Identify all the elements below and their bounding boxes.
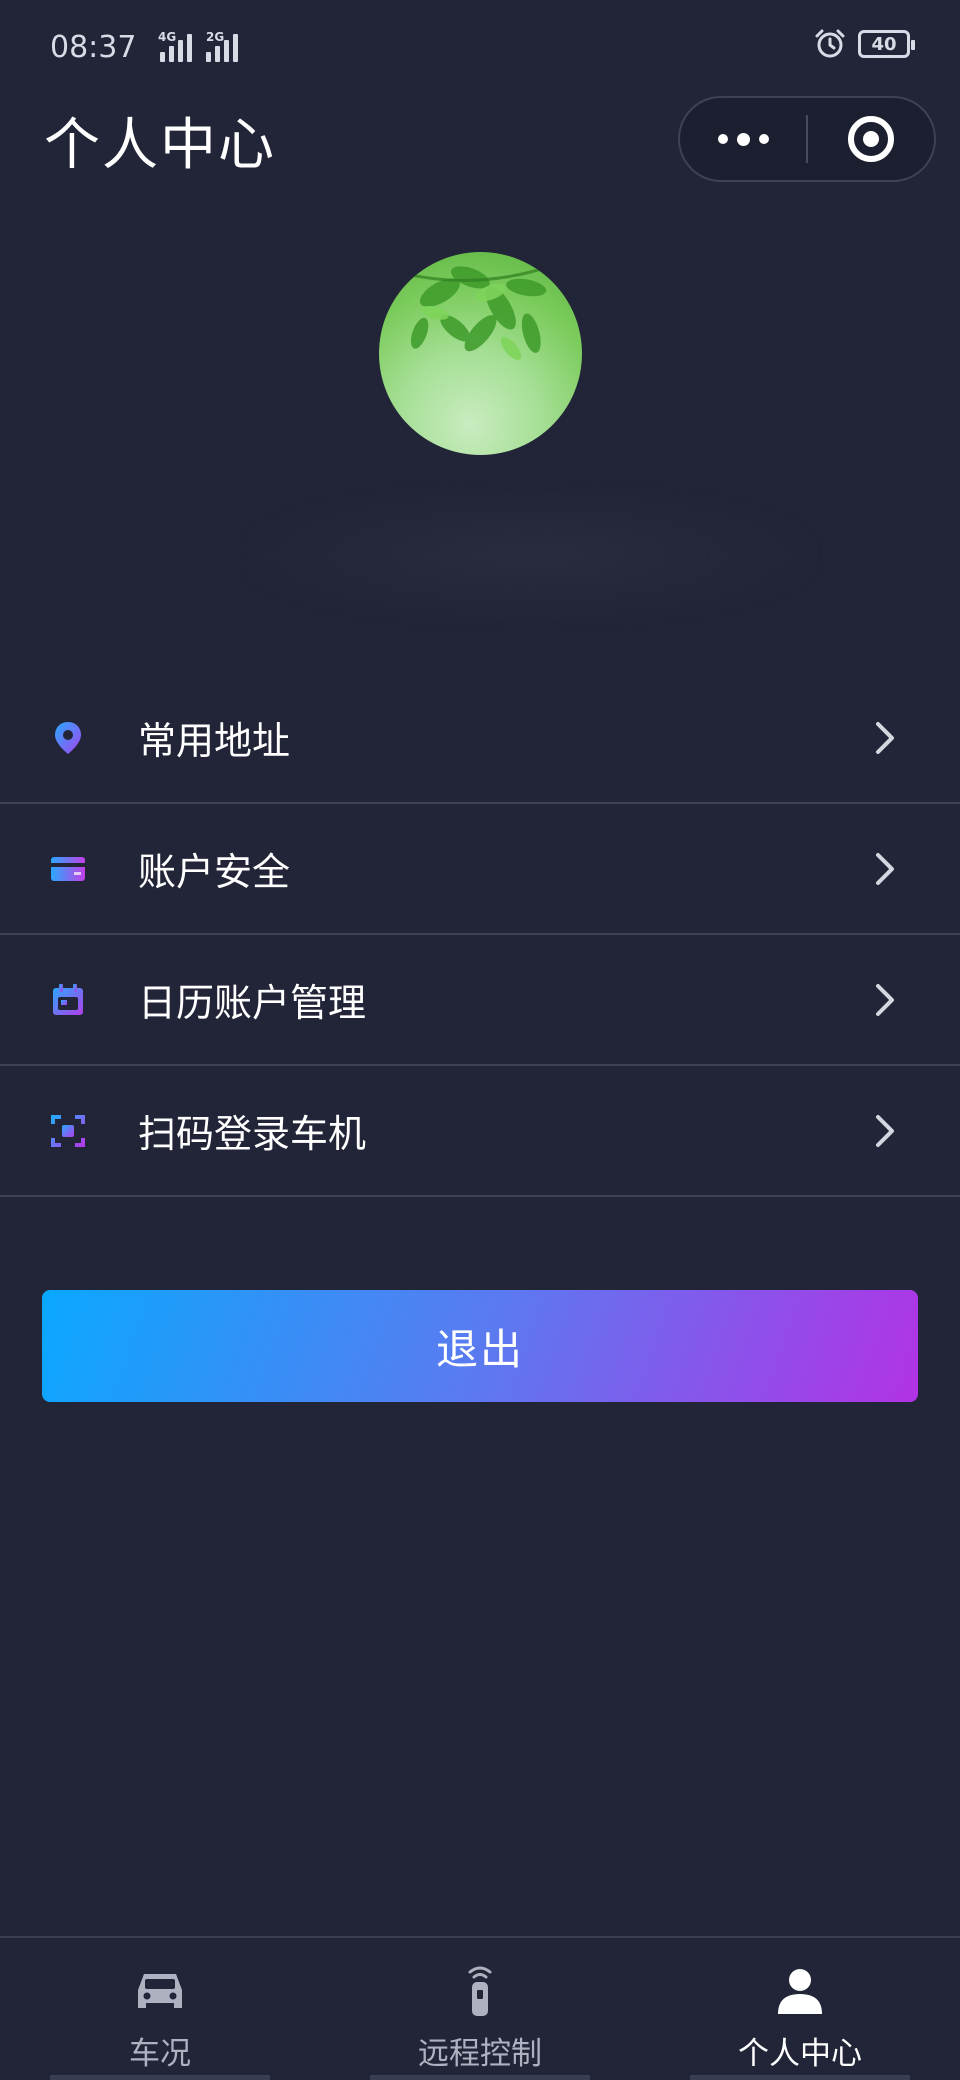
menu-label: 常用地址 (138, 719, 291, 763)
status-right: 40 (814, 28, 915, 60)
blurred-username (250, 490, 810, 620)
remote-key-icon (468, 1966, 492, 2016)
menu-label: 日历账户管理 (138, 981, 367, 1025)
status-time: 08:37 (50, 30, 137, 65)
avatar[interactable] (379, 252, 582, 455)
tab-personal-center[interactable]: 个人中心 (640, 1938, 960, 2080)
location-pin-icon (55, 721, 81, 754)
target-circle-icon (848, 116, 894, 162)
page-title: 个人中心 (44, 113, 276, 178)
chevron-right-icon (876, 721, 894, 754)
menu-label: 扫码登录车机 (138, 1112, 367, 1156)
tab-remote-control[interactable]: 远程控制 (320, 1938, 640, 2080)
alarm-clock-icon (815, 29, 845, 58)
tab-vehicle-status[interactable]: 车况 (0, 1938, 320, 2080)
tab-underline (50, 2075, 270, 2080)
settings-menu: 常用地址 账户安全 日历账户管理 扫码登录车机 (0, 673, 960, 1197)
car-icon (138, 1974, 182, 2008)
bottom-tab-bar: 车况 远程控制 个人中心 (0, 1936, 960, 2080)
leaves-image (398, 260, 563, 360)
menu-item-account-security[interactable]: 账户安全 (0, 804, 960, 935)
signal-4g-icon: 4G (158, 30, 192, 62)
signal-2g-icon: 2G (206, 30, 238, 62)
signal-2g-label: 2G (206, 30, 225, 44)
tab-underline (370, 2075, 590, 2080)
tab-underline (690, 2075, 910, 2080)
tab-label: 个人中心 (738, 2036, 862, 2072)
close-miniprogram-button[interactable] (808, 98, 934, 180)
user-icon (778, 1969, 822, 2014)
menu-item-scan-login[interactable]: 扫码登录车机 (0, 1066, 960, 1197)
battery-level: 40 (871, 33, 897, 55)
tab-label: 车况 (129, 2036, 191, 2072)
logout-button[interactable]: 退出 (42, 1290, 918, 1402)
scan-icon (51, 1114, 85, 1147)
mini-program-capsule (678, 96, 936, 182)
menu-label: 账户安全 (138, 850, 291, 894)
card-icon (51, 856, 85, 881)
chevron-right-icon (876, 983, 894, 1016)
menu-item-calendar-account[interactable]: 日历账户管理 (0, 935, 960, 1066)
menu-item-common-address[interactable]: 常用地址 (0, 673, 960, 804)
tab-label: 远程控制 (418, 2036, 542, 2072)
signal-4g-label: 4G (158, 30, 177, 44)
chevron-right-icon (876, 1114, 894, 1147)
more-dots-icon (717, 132, 769, 146)
battery-icon: 40 (858, 30, 915, 58)
calendar-icon (53, 983, 83, 1015)
status-bar: 08:37 4G 2G 40 (0, 0, 960, 96)
more-button[interactable] (680, 98, 806, 180)
chevron-right-icon (876, 852, 894, 885)
